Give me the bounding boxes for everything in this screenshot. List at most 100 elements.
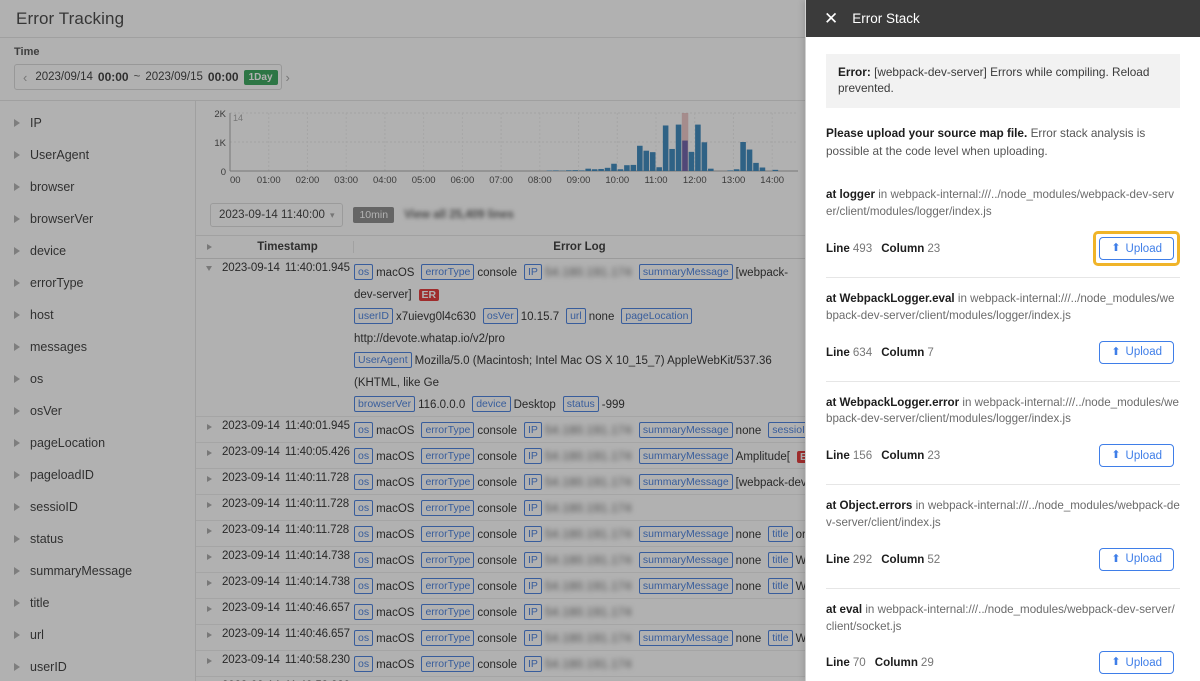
chevron-right-icon[interactable]: › xyxy=(286,71,290,84)
chart-toolbar: 2023-09-14 11:40:00 ▾ 10min View all 25,… xyxy=(196,199,805,235)
sidebar-item-label: browser xyxy=(30,180,75,194)
error-log-line: os macOS errorType console IP 54.180.191.174 s… xyxy=(354,524,805,546)
panel-body: Error: [webpack-dev-server] Errors while… xyxy=(806,37,1200,681)
row-expand-toggle[interactable] xyxy=(196,420,222,430)
line-value: 634 xyxy=(852,345,873,359)
row-expand-toggle[interactable] xyxy=(196,472,222,482)
log-field-ip-masked: 54.180.191.174 xyxy=(544,633,632,645)
sidebar-item-useragent[interactable]: UserAgent xyxy=(0,139,195,171)
row-expand-toggle[interactable] xyxy=(196,576,222,586)
table-row[interactable]: 2023-09-14 11:40:05.426 os macOS errorType co… xyxy=(196,443,805,469)
time-filter-bar: Time ‹ 2023/09/14 00:00 ~ 2023/09/15 00:… xyxy=(0,38,805,101)
table-row[interactable]: 2023-09-14 11:40:01.945 os macOS errorType co… xyxy=(196,259,805,417)
log-field-value: console xyxy=(477,477,518,489)
table-row[interactable]: 2023-09-14 11:40:14.738 os macOS errorType co… xyxy=(196,573,805,599)
sidebar-item-browser[interactable]: browser xyxy=(0,171,195,203)
error-timeline-chart[interactable]: 0 1K 2K 14 00 01:00 02:00 03:00 04:00 05:00 06:00 0… xyxy=(196,101,805,199)
upload-button-highlight: ⬆ Upload xyxy=(1093,542,1180,577)
chevron-left-icon[interactable]: ‹ xyxy=(23,71,27,84)
log-field-value: macOS xyxy=(376,267,415,279)
chevron-right-icon xyxy=(14,439,20,447)
line-label: Line xyxy=(826,345,850,359)
table-row[interactable]: 2023-09-14 11:40:46.657 os macOS errorType co… xyxy=(196,599,805,625)
column-value: 23 xyxy=(927,242,941,255)
sidebar-item-ip[interactable]: IP xyxy=(0,107,195,139)
close-icon[interactable]: ✕ xyxy=(824,10,838,27)
sidebar-item-sessioid[interactable]: sessioID xyxy=(0,491,195,523)
upload-source-map-button[interactable]: ⬆ Upload xyxy=(1099,651,1174,675)
sidebar-item-pageloadid[interactable]: pageloadID xyxy=(0,459,195,491)
column-header-error-log[interactable]: Error Log xyxy=(354,241,805,253)
row-expand-toggle[interactable] xyxy=(196,550,222,560)
table-row[interactable]: 2023-09-1411:40:58.230osmacOSerrorTypeco… xyxy=(196,651,805,677)
sidebar-item-label: host xyxy=(30,308,54,322)
sidebar-item-errortype[interactable]: errorType xyxy=(0,267,195,299)
sidebar-item-userid[interactable]: userID xyxy=(0,651,195,681)
sidebar-item-device[interactable]: device xyxy=(0,235,195,267)
sidebar-item-browserver[interactable]: browserVer xyxy=(0,203,195,235)
sidebar-item-url[interactable]: url xyxy=(0,619,195,651)
row-error-log: os macOS errorType console IP 54.180.191.174 s… xyxy=(354,262,805,416)
error-log-table: Timestamp Error Log 2023-09-14 11:40:01.9… xyxy=(196,235,805,681)
table-row[interactable]: 2023-09-14 11:40:11.728 os macOS errorType co… xyxy=(196,469,805,495)
log-field-value: macOS xyxy=(376,581,415,593)
column-header-timestamp[interactable]: Timestamp xyxy=(222,241,354,253)
sidebar-item-os[interactable]: os xyxy=(0,363,195,395)
log-field-ip-masked: 54.180.191.174 xyxy=(544,451,632,463)
table-row[interactable]: 2023-09-1411:40:58.230osmacOSerrorTypeco… xyxy=(196,677,805,681)
log-field-value: none xyxy=(735,425,762,437)
row-expand-toggle[interactable] xyxy=(196,446,222,456)
sidebar-item-host[interactable]: host xyxy=(0,299,195,331)
sidebar-item-summarymessage[interactable]: summaryMessage xyxy=(0,555,195,587)
upload-button-highlight: ⬆ Upload xyxy=(1093,438,1180,473)
sidebar-item-label: title xyxy=(30,596,50,610)
expand-all-toggle[interactable] xyxy=(196,244,222,250)
row-time: 11:40:01.945 xyxy=(284,420,350,432)
log-field-value: console xyxy=(477,581,518,593)
sidebar-item-pagelocation[interactable]: pageLocation xyxy=(0,427,195,459)
sidebar-item-osver[interactable]: osVer xyxy=(0,395,195,427)
chevron-right-icon xyxy=(206,502,212,508)
upload-source-map-button[interactable]: ⬆ Upload xyxy=(1099,237,1174,260)
sidebar-item-title[interactable]: title xyxy=(0,587,195,619)
row-expand-toggle[interactable] xyxy=(196,524,222,534)
row-timestamp: 2023-09-14 11:40:46.657 xyxy=(222,628,354,640)
error-log-line: os macOS errorType console IP 54.180.191.174 s… xyxy=(354,420,805,442)
upload-source-map-button[interactable]: ⬆ Upload xyxy=(1099,340,1174,364)
log-field-key: summaryMessage xyxy=(638,630,733,646)
stack-frame-path: webpack-internal:///../node_modules/webp… xyxy=(826,602,1175,633)
row-expand-toggle[interactable] xyxy=(196,262,222,271)
view-all-lines-link[interactable]: View all 25,409 lines xyxy=(404,209,514,221)
timestamp-select[interactable]: 2023-09-14 11:40:00 ▾ xyxy=(210,203,344,227)
log-field-key: os xyxy=(354,578,374,594)
table-row[interactable]: 2023-09-14 11:40:01.945 os macOS errorType co… xyxy=(196,417,805,443)
upload-source-map-button[interactable]: ⬆ Upload xyxy=(1099,547,1174,571)
sidebar-item-messages[interactable]: messages xyxy=(0,331,195,363)
table-row[interactable]: 2023-09-14 11:40:11.728 os macOS errorType co… xyxy=(196,495,805,521)
sidebar-item-label: IP xyxy=(30,116,42,130)
log-field-key: summaryMessage xyxy=(638,264,733,280)
table-row[interactable]: 2023-09-14 11:40:14.738 os macOS errorType co… xyxy=(196,547,805,573)
stack-frame-in-label: in xyxy=(865,602,875,616)
row-expand-toggle[interactable] xyxy=(196,628,222,638)
upload-source-map-button[interactable]: ⬆ Upload xyxy=(1099,444,1174,468)
row-expand-toggle[interactable] xyxy=(196,498,222,508)
chevron-down-icon xyxy=(206,266,212,271)
table-row[interactable]: 2023-09-14 11:40:46.657 os macOS errorType co… xyxy=(196,625,805,651)
row-time: 11:40:11.728 xyxy=(284,472,350,484)
stack-frame-position: Line 292 Column 52 xyxy=(826,553,940,566)
row-expand-toggle[interactable] xyxy=(196,654,222,664)
log-field-key: os xyxy=(354,422,374,438)
stack-frame-footer: Line 634 Column 7 ⬆ Upload xyxy=(826,335,1180,370)
table-row[interactable]: 2023-09-14 11:40:11.728 os macOS errorType co… xyxy=(196,521,805,547)
chevron-right-icon xyxy=(206,554,212,560)
chevron-right-icon xyxy=(14,247,20,255)
row-timestamp: 2023-09-14 11:40:11.728 xyxy=(222,524,354,536)
chart-svg[interactable]: 0 1K 2K 14 00 01:00 02:00 03:00 04:00 05:00 06:00 0… xyxy=(202,105,802,197)
svg-text:13:00: 13:00 xyxy=(722,175,746,186)
log-field-key: errorType xyxy=(421,630,475,646)
row-date: 2023-09-14 xyxy=(222,654,280,666)
sidebar-item-status[interactable]: status xyxy=(0,523,195,555)
time-range-picker[interactable]: ‹ 2023/09/14 00:00 ~ 2023/09/15 00:00 1D… xyxy=(14,64,290,90)
row-expand-toggle[interactable] xyxy=(196,602,222,612)
